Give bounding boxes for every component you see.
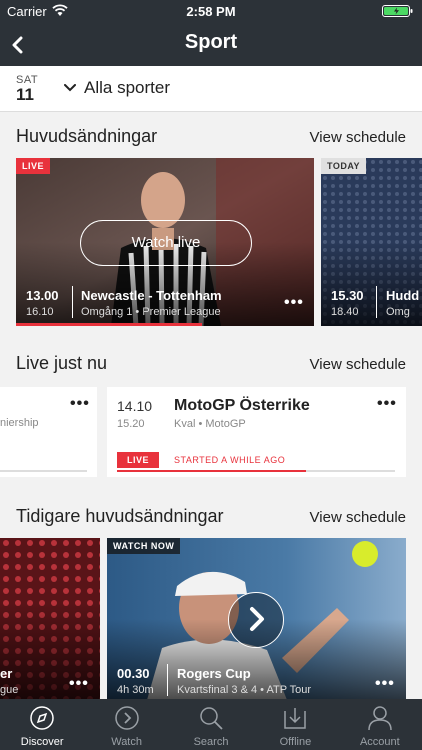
watch-live-button[interactable]: Watch live: [80, 220, 252, 266]
progress-fill: [117, 470, 306, 472]
tab-watch[interactable]: Watch: [84, 699, 168, 750]
page-title: Sport: [184, 31, 238, 53]
live-progress-bar: [16, 323, 202, 326]
highlight-card-live[interactable]: LIVE Watch live 13.00 16.10 Newcastle - …: [16, 158, 314, 326]
more-options-icon[interactable]: •••: [375, 675, 395, 693]
end-time: 18.40: [331, 306, 359, 318]
tab-label: Account: [359, 736, 400, 748]
sport-filter-dropdown[interactable]: Alla sporter: [64, 78, 170, 98]
tab-bar: Discover Watch Search Offline Account: [0, 699, 422, 750]
view-schedule-earlier[interactable]: View schedule: [310, 509, 406, 526]
date-number[interactable]: 11: [16, 85, 34, 105]
more-options-icon[interactable]: •••: [70, 395, 90, 413]
start-time: 15.30: [331, 288, 364, 303]
divider: [376, 286, 377, 318]
view-schedule-highlights[interactable]: View schedule: [310, 129, 406, 146]
event-subtitle: niership: [0, 417, 39, 429]
start-time: 00.30: [117, 666, 150, 681]
tab-label: Watch: [111, 736, 142, 748]
more-options-icon[interactable]: •••: [284, 294, 304, 312]
tab-offline[interactable]: Offline: [253, 699, 337, 750]
battery-icon: [382, 5, 413, 17]
live-now-card-motogp[interactable]: 14.10 15.20 MotoGP Österrike Kval • Moto…: [107, 387, 406, 477]
play-chevron-icon: [249, 606, 264, 631]
section-title-live-now: Live just nu: [16, 353, 108, 373]
event-title: MotoGP Österrike: [174, 397, 310, 414]
event-title: er: [0, 666, 13, 681]
download-icon: [284, 708, 307, 729]
today-badge: TODAY: [321, 158, 367, 174]
event-title: Newcastle - Tottenham: [81, 288, 222, 303]
status-label: STARTED A WHILE AGO: [174, 455, 286, 465]
end-time: 15.20: [117, 418, 145, 430]
watch-now-badge: WATCH NOW: [107, 538, 181, 554]
event-subtitle: Omg: [386, 306, 410, 318]
event-title: Hudd: [386, 288, 420, 303]
live-badge: LIVE: [16, 158, 51, 174]
status-bar: Carrier 2:58 PM: [0, 0, 422, 22]
live-now-card-partial[interactable]: niership •••: [0, 387, 97, 477]
compass-icon: [30, 706, 54, 730]
start-time: 13.00: [26, 288, 59, 303]
play-circle-icon: [114, 706, 139, 730]
progress-track: [0, 470, 87, 472]
earlier-card-rogers-cup[interactable]: WATCH NOW 00.30 4h 30m Rogers Cup Kvarts…: [107, 538, 406, 700]
event-subtitle: gue: [0, 684, 19, 696]
live-badge: LIVE: [117, 452, 160, 468]
view-schedule-live-now[interactable]: View schedule: [310, 356, 406, 373]
play-button[interactable]: [228, 592, 284, 648]
tab-label: Offline: [279, 736, 312, 748]
event-subtitle: Omgång 1 • Premier League: [81, 306, 221, 318]
more-options-icon[interactable]: •••: [69, 675, 89, 693]
event-subtitle: Kvartsfinal 3 & 4 • ATP Tour: [177, 684, 312, 696]
tab-account[interactable]: Account: [338, 699, 422, 750]
start-time: 14.10: [117, 398, 153, 414]
highlight-card-today[interactable]: TODAY 15.30 18.40 Hudd Omg: [321, 158, 422, 326]
top-bar: Carrier 2:58 PM Sport: [0, 0, 422, 66]
sport-filter-label: Alla sporter: [84, 78, 170, 97]
event-subtitle: Kval • MotoGP: [174, 418, 246, 430]
section-title-earlier: Tidigare huvudsändningar: [16, 506, 224, 526]
date-filter-bar: SAT 11 Alla sporter: [0, 66, 422, 112]
clock: 2:58 PM: [186, 4, 236, 19]
event-title: Rogers Cup: [177, 666, 251, 681]
tab-search[interactable]: Search: [169, 699, 253, 750]
divider: [72, 286, 73, 318]
tab-discover[interactable]: Discover: [0, 699, 84, 750]
end-time: 16.10: [26, 306, 54, 318]
more-options-icon[interactable]: •••: [377, 395, 397, 413]
tab-label: Discover: [20, 736, 64, 748]
earlier-card-partial[interactable]: er gue •••: [0, 538, 100, 700]
person-icon: [368, 706, 392, 731]
search-icon: [200, 707, 223, 730]
duration: 4h 30m: [117, 684, 154, 696]
divider: [167, 664, 168, 696]
section-title-highlights: Huvudsändningar: [16, 126, 158, 146]
chevron-down-icon: [64, 84, 76, 92]
tab-label: Search: [193, 736, 229, 748]
